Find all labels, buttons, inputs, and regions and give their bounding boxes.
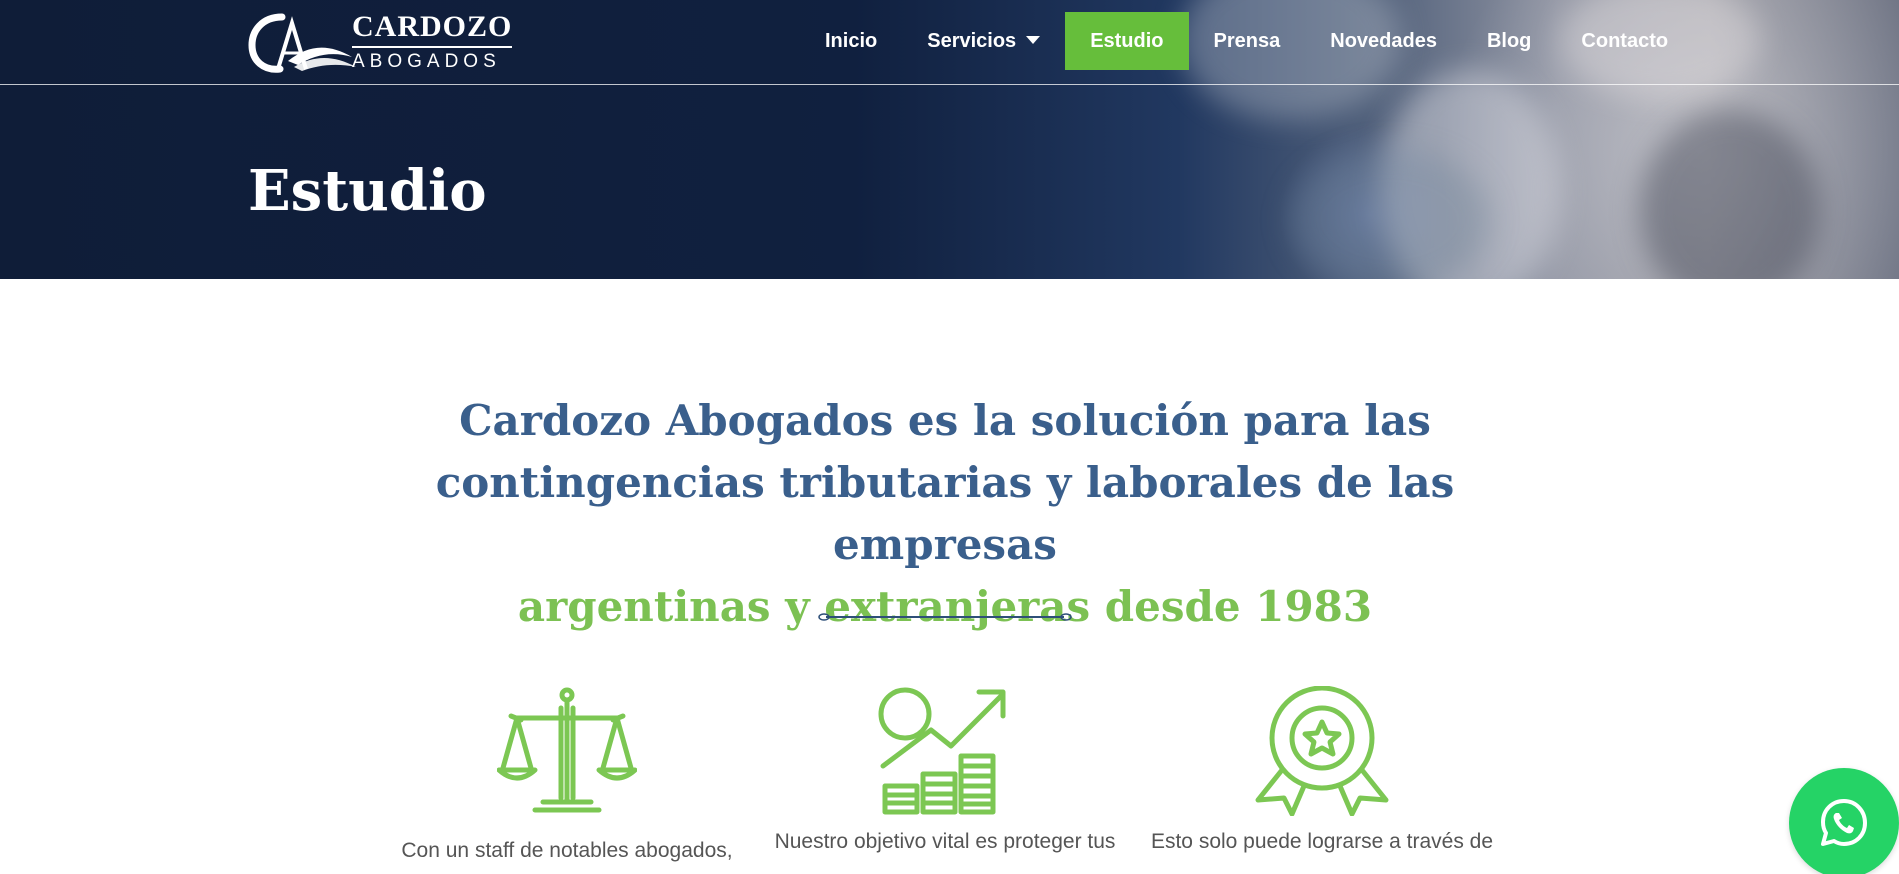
- nav-item-prensa[interactable]: Prensa: [1189, 12, 1306, 70]
- page-title: Estudio: [248, 158, 487, 224]
- nav-label: Servicios: [927, 30, 1017, 52]
- site-logo[interactable]: CARDOZO ABOGADOS: [248, 8, 513, 76]
- nav-item-blog[interactable]: Blog: [1462, 12, 1556, 70]
- hero-banner: CARDOZO ABOGADOS Inicio Servicios Estudi…: [0, 0, 1899, 279]
- nav-item-estudio[interactable]: Estudio: [1065, 12, 1189, 70]
- headline-line-1: Cardozo Abogados es la solución para las: [459, 396, 1431, 445]
- intro-headline: Cardozo Abogados es la solución para las…: [350, 390, 1540, 638]
- feature-text: Con un staff de notables abogados,: [401, 839, 733, 862]
- hero-bg-shape: [1640, 110, 1820, 279]
- logo-subtitle: ABOGADOS: [352, 50, 501, 72]
- feature-text: Esto solo puede lograrse a través de: [1150, 830, 1494, 853]
- feature-text: Nuestro objetivo vital es proteger tus: [774, 830, 1116, 853]
- chevron-down-icon: [1026, 35, 1041, 44]
- whatsapp-button[interactable]: [1789, 768, 1899, 874]
- hero-bg-shape: [1290, 150, 1490, 279]
- headline-line-2: contingencias tributarias y laborales de…: [435, 458, 1455, 569]
- main-nav: Inicio Servicios Estudio Prensa Novedade…: [800, 12, 1693, 70]
- whatsapp-icon: [1821, 799, 1867, 846]
- scales-of-justice-icon: [497, 687, 637, 813]
- section-divider: [818, 613, 1072, 621]
- header-divider: [0, 84, 1899, 85]
- nav-label: Contacto: [1581, 30, 1669, 52]
- nav-item-inicio[interactable]: Inicio: [800, 12, 902, 70]
- nav-label: Blog: [1486, 30, 1532, 52]
- logo-monogram-icon: [248, 13, 356, 73]
- nav-label: Estudio: [1090, 30, 1164, 52]
- growth-chart-icon: [878, 687, 1006, 815]
- award-badge-icon: [1255, 686, 1389, 816]
- nav-label: Novedades: [1330, 30, 1437, 52]
- nav-item-contacto[interactable]: Contacto: [1556, 12, 1693, 70]
- nav-label: Inicio: [825, 30, 878, 52]
- nav-item-servicios[interactable]: Servicios: [902, 12, 1065, 70]
- nav-item-novedades[interactable]: Novedades: [1305, 12, 1462, 70]
- nav-label: Prensa: [1213, 30, 1281, 52]
- logo-name: CARDOZO: [352, 10, 513, 48]
